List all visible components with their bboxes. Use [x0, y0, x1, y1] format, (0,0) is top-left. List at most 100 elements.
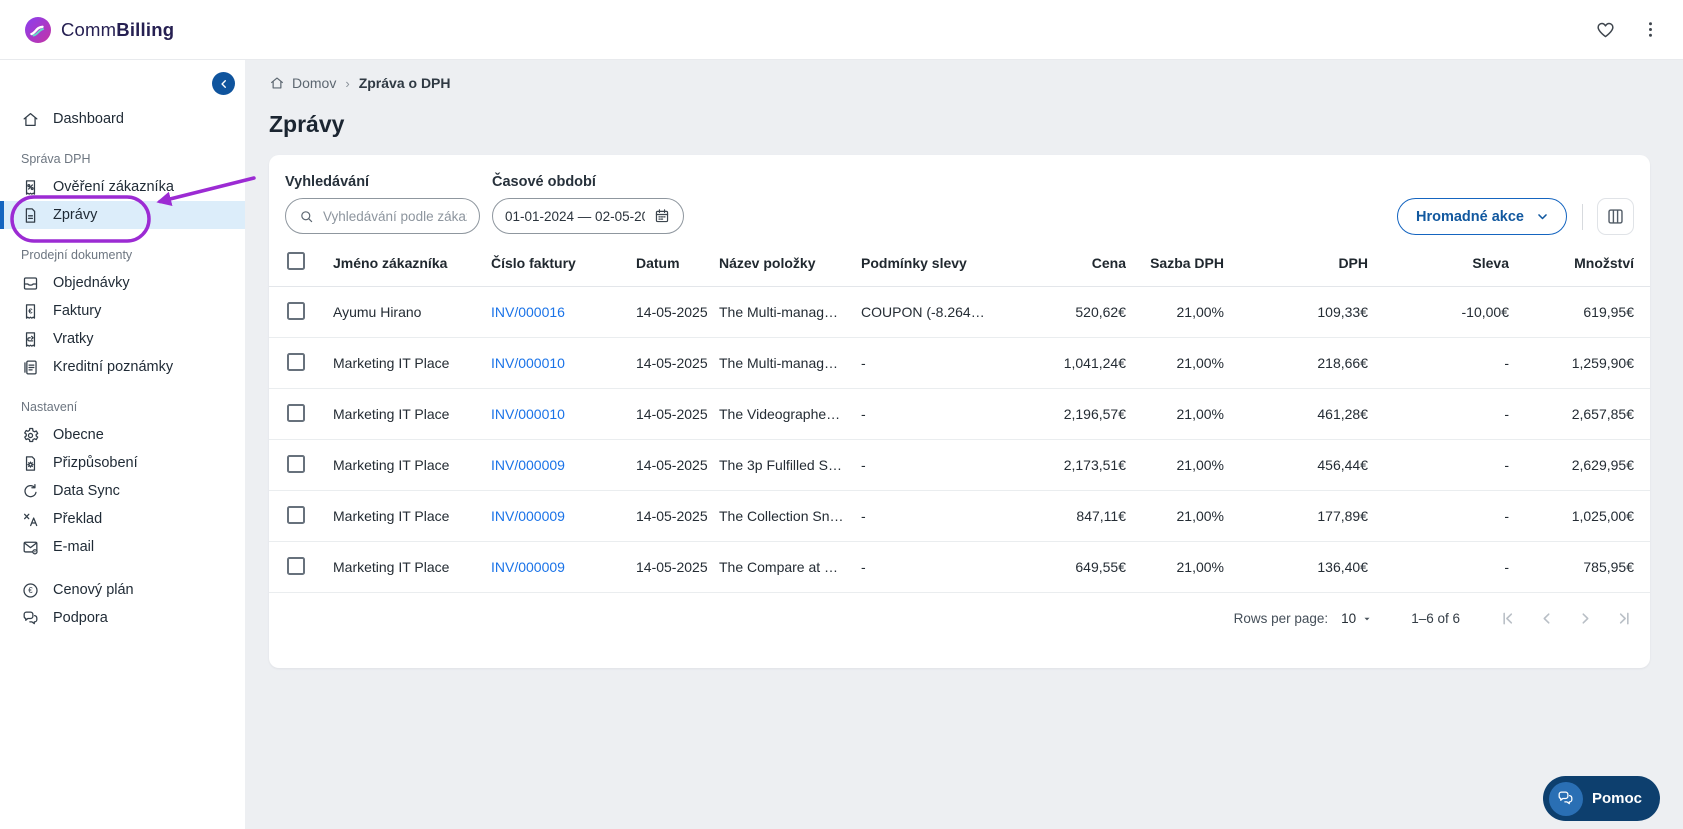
cell-price: 520,62€: [986, 304, 1126, 320]
search-label: Vyhledávání: [285, 173, 480, 192]
cell-invoice: INV/000009: [491, 508, 636, 524]
breadcrumb-current: Zpráva o DPH: [359, 75, 451, 91]
sidebar-item-vratky[interactable]: Vratky: [0, 325, 245, 353]
cell-customer: Marketing IT Place: [321, 559, 491, 575]
sidebar-item-label: Vratky: [53, 331, 94, 347]
cell-customer: Ayumu Hirano: [321, 304, 491, 320]
column-settings-button[interactable]: [1597, 198, 1634, 235]
sidebar-item-data-sync[interactable]: Data Sync: [0, 477, 245, 505]
topbar: CommBilling: [0, 0, 1683, 60]
verify-icon: [21, 178, 40, 197]
sidebar-item-label: Data Sync: [53, 483, 120, 499]
row-checkbox[interactable]: [287, 506, 305, 524]
table-row[interactable]: Marketing IT PlaceINV/00000914-05-2025Th…: [269, 491, 1650, 542]
cell-customer: Marketing IT Place: [321, 355, 491, 371]
cell-vat_rate: 21,00%: [1126, 406, 1224, 422]
help-button[interactable]: Pomoc: [1543, 776, 1660, 821]
sidebar-gap: [0, 561, 245, 576]
sidebar-item-prizpusobeni[interactable]: Přizpůsobení: [0, 449, 245, 477]
sidebar-section-sprava-dph: Správa DPH: [0, 152, 245, 167]
prev-page-icon[interactable]: [1537, 609, 1556, 628]
search-input[interactable]: [285, 198, 480, 234]
sidebar-item-label: Kreditní poznámky: [53, 359, 173, 375]
cell-vat: 136,40€: [1224, 559, 1368, 575]
next-page-icon[interactable]: [1576, 609, 1595, 628]
cell-date: 14-05-2025: [636, 508, 719, 524]
row-checkbox[interactable]: [287, 353, 305, 371]
reports-card: Vyhledávání Časové období Hromadné akce: [269, 155, 1650, 668]
row-select-cell: [285, 455, 321, 476]
row-checkbox[interactable]: [287, 404, 305, 422]
cell-item: The Compare at …: [719, 559, 861, 575]
row-checkbox[interactable]: [287, 302, 305, 320]
sidebar-item-label: Překlad: [53, 511, 102, 527]
cell-date: 14-05-2025: [636, 304, 719, 320]
heart-icon[interactable]: [1595, 19, 1616, 40]
search-field[interactable]: [323, 209, 467, 224]
invoice-link[interactable]: INV/000009: [491, 457, 565, 473]
sidebar-item-zpravy[interactable]: Zprávy: [0, 201, 245, 229]
col-header-sazba-dph: Sazba DPH: [1126, 255, 1224, 271]
table-row[interactable]: Marketing IT PlaceINV/00000914-05-2025Th…: [269, 542, 1650, 593]
table-row[interactable]: Marketing IT PlaceINV/00001014-05-2025Th…: [269, 338, 1650, 389]
table-header-row: Jméno zákazníkaČíslo fakturyDatumNázev p…: [269, 239, 1650, 287]
table-row[interactable]: Marketing IT PlaceINV/00000914-05-2025Th…: [269, 440, 1650, 491]
sidebar-item-objednavky[interactable]: Objednávky: [0, 269, 245, 297]
rows-per-page-select[interactable]: 10: [1341, 611, 1375, 627]
row-checkbox[interactable]: [287, 455, 305, 473]
pagination-range: 1–6 of 6: [1411, 611, 1460, 626]
sidebar-item-e-mail[interactable]: E-mail: [0, 533, 245, 561]
cell-date: 14-05-2025: [636, 406, 719, 422]
first-page-icon[interactable]: [1498, 609, 1517, 628]
cell-vat_rate: 21,00%: [1126, 304, 1224, 320]
cell-quantity: 785,95€: [1509, 559, 1634, 575]
sidebar-item-podpora[interactable]: Podpora: [0, 604, 245, 632]
cell-vat: 218,66€: [1224, 355, 1368, 371]
brand: CommBilling: [24, 16, 174, 44]
sidebar-item-label: Přizpůsobení: [53, 455, 138, 471]
invoice-link[interactable]: INV/000010: [491, 406, 565, 422]
sidebar-item-overeni-zakaznika[interactable]: Ověření zákazníka: [0, 173, 245, 201]
sidebar-item-faktury[interactable]: €Faktury: [0, 297, 245, 325]
kebab-menu-icon[interactable]: [1640, 19, 1661, 40]
cell-discount_terms: -: [861, 508, 986, 524]
customize-icon: [21, 454, 40, 473]
sidebar-item-cenovy-plan[interactable]: € Cenový plán: [0, 576, 245, 604]
sidebar-item-preklad[interactable]: Překlad: [0, 505, 245, 533]
invoice-link[interactable]: INV/000009: [491, 559, 565, 575]
email-icon: [21, 538, 40, 557]
bulk-actions-button[interactable]: Hromadné akce: [1397, 198, 1567, 235]
sidebar-item-label: Dashboard: [53, 111, 124, 127]
breadcrumb-home-link[interactable]: Domov: [269, 75, 336, 91]
brand-name: CommBilling: [61, 19, 174, 41]
credit-notes-icon: [21, 358, 40, 377]
last-page-icon[interactable]: [1615, 609, 1634, 628]
calendar-icon[interactable]: [653, 207, 671, 225]
select-all-checkbox[interactable]: [287, 252, 305, 270]
cell-invoice: INV/000009: [491, 457, 636, 473]
svg-text:€: €: [28, 586, 33, 595]
sidebar-collapse-button[interactable]: [212, 72, 235, 95]
columns-icon: [1605, 206, 1626, 227]
table-row[interactable]: Ayumu HiranoINV/00001614-05-2025The Mult…: [269, 287, 1650, 338]
invoice-link[interactable]: INV/000010: [491, 355, 565, 371]
sidebar-item-dashboard[interactable]: Dashboard: [0, 105, 245, 133]
page-title: Zprávy: [269, 109, 1659, 139]
date-range-input[interactable]: [492, 198, 684, 234]
sidebar-item-label: Cenový plán: [53, 582, 134, 598]
cell-discount: -: [1368, 508, 1509, 524]
row-checkbox[interactable]: [287, 557, 305, 575]
invoice-link[interactable]: INV/000009: [491, 508, 565, 524]
select-all-cell: [285, 252, 321, 273]
sidebar-item-kreditni-poznamky[interactable]: Kreditní poznámky: [0, 353, 245, 381]
row-select-cell: [285, 353, 321, 374]
table-row[interactable]: Marketing IT PlaceINV/00001014-05-2025Th…: [269, 389, 1650, 440]
date-range-field[interactable]: [505, 209, 645, 224]
table-actions: Hromadné akce: [1397, 198, 1634, 235]
invoice-link[interactable]: INV/000016: [491, 304, 565, 320]
svg-text:€: €: [28, 306, 33, 315]
pricing-icon: €: [21, 581, 40, 600]
cell-invoice: INV/000010: [491, 355, 636, 371]
sidebar-item-obecne[interactable]: Obecne: [0, 421, 245, 449]
col-header-cena: Cena: [986, 255, 1126, 271]
